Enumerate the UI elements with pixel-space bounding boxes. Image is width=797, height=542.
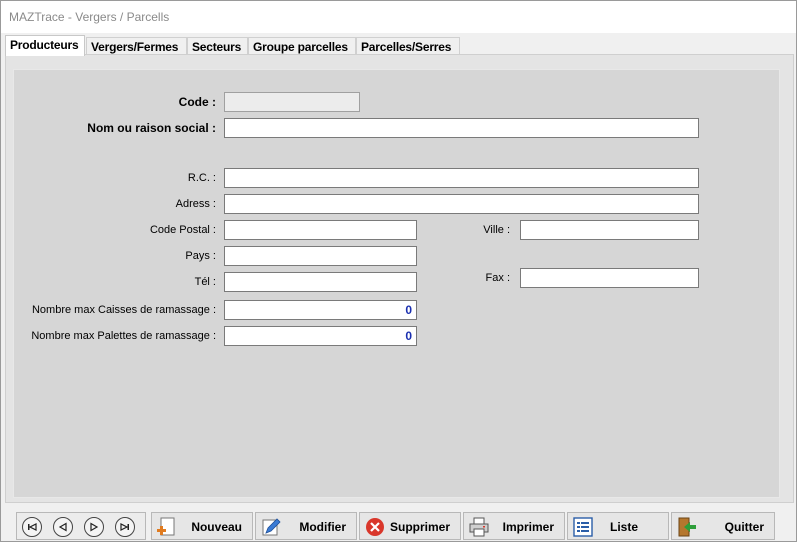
print-button[interactable]: Imprimer (463, 512, 565, 540)
delete-button-label: Supprimer (389, 520, 450, 534)
name-field[interactable] (224, 118, 699, 138)
modify-button[interactable]: Modifier (255, 512, 357, 540)
rc-field[interactable] (224, 168, 699, 188)
code-label: Code : (178, 95, 216, 109)
name-label: Nom ou raison social : (87, 121, 216, 135)
last-record-icon[interactable] (115, 517, 135, 537)
rc-label: R.C. : (187, 172, 216, 184)
max-crates-field[interactable] (224, 300, 417, 320)
window-title: MAZTrace - Vergers / Parcells (9, 10, 170, 24)
tab-producteurs[interactable]: Producteurs (5, 35, 85, 56)
city-field[interactable] (520, 220, 699, 240)
delete-button[interactable]: Supprimer (359, 512, 461, 540)
first-record-icon[interactable] (22, 517, 42, 537)
max-pallets-field[interactable] (224, 326, 417, 346)
tab-parcelles-serres[interactable]: Parcelles/Serres (356, 37, 460, 55)
next-record-icon[interactable] (84, 517, 104, 537)
printer-icon (469, 517, 489, 537)
address-field[interactable] (224, 194, 699, 214)
producer-form: Code : Nom ou raison social : R.C. : Adr… (13, 69, 780, 498)
postal-code-field[interactable] (224, 220, 417, 240)
modify-button-label: Modifier (299, 520, 346, 534)
code-field (224, 92, 360, 112)
fax-field[interactable] (520, 268, 699, 288)
new-button-label: Nouveau (191, 520, 242, 534)
list-button-label: Liste (609, 520, 638, 534)
list-button[interactable]: Liste (567, 512, 669, 540)
fax-label: Fax : (485, 272, 510, 284)
title-bar: MAZTrace - Vergers / Parcells (1, 1, 796, 33)
phone-field[interactable] (224, 272, 417, 292)
tab-strip: Producteurs Vergers/Fermes Secteurs Grou… (5, 35, 794, 56)
city-label: Ville : (483, 224, 510, 236)
previous-record-icon[interactable] (53, 517, 73, 537)
bottom-toolbar: Nouveau Modifier Supprimer Imprimer List… (1, 510, 796, 542)
max-crates-label: Nombre max Caisses de ramassage : (31, 304, 216, 316)
tab-secteurs[interactable]: Secteurs (187, 37, 248, 55)
address-label: Adress : (175, 198, 216, 210)
quit-button[interactable]: Quitter (671, 512, 775, 540)
tab-groupe-parcelles[interactable]: Groupe parcelles (248, 37, 356, 55)
pencil-icon (262, 518, 281, 536)
phone-label: Tél : (194, 276, 216, 288)
postal-code-label: Code Postal : (149, 224, 216, 236)
tab-panel: Code : Nom ou raison social : R.C. : Adr… (5, 54, 794, 503)
delete-icon (366, 518, 384, 536)
print-button-label: Imprimer (502, 520, 554, 534)
list-icon (573, 517, 593, 537)
exit-door-icon (678, 517, 696, 537)
max-pallets-label: Nombre max Palettes de ramassage : (31, 330, 216, 342)
country-field[interactable] (224, 246, 417, 266)
country-label: Pays : (185, 250, 216, 262)
quit-button-label: Quitter (724, 520, 764, 534)
tab-vergers-fermes[interactable]: Vergers/Fermes (86, 37, 187, 55)
new-document-icon (157, 517, 175, 536)
record-navigator (16, 512, 146, 540)
app-window: MAZTrace - Vergers / Parcells Producteur… (0, 0, 797, 542)
new-button[interactable]: Nouveau (151, 512, 253, 540)
